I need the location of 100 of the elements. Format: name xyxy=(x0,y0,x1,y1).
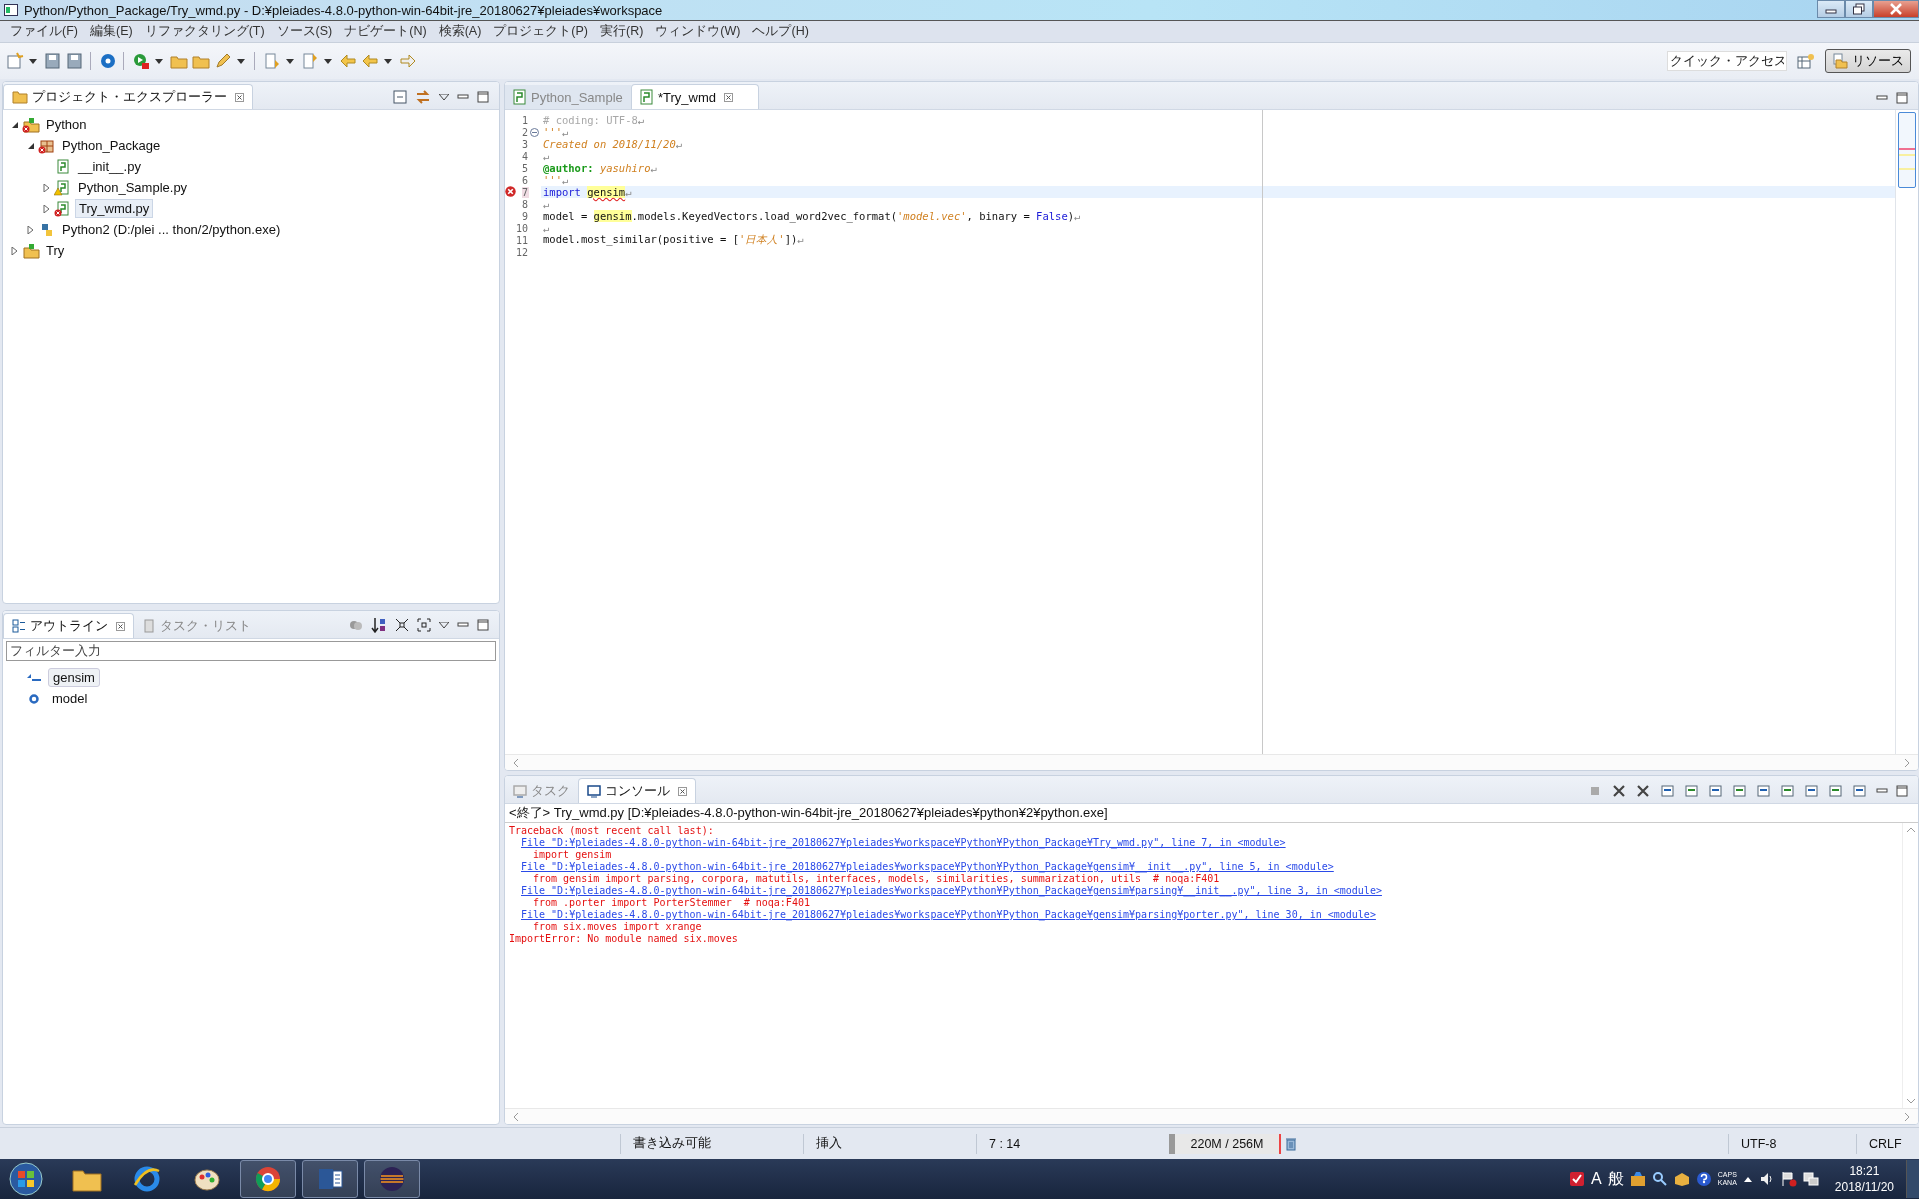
collapse-icon[interactable] xyxy=(395,618,409,632)
tree-item[interactable]: Python_Sample.py xyxy=(75,179,191,196)
filter-field[interactable]: フィルター入力 xyxy=(6,641,496,661)
ime-mode[interactable]: A xyxy=(1591,1170,1602,1188)
menu-item[interactable]: ウィンドウ(W) xyxy=(649,23,747,40)
tree-item[interactable]: Python xyxy=(43,116,90,133)
collapse-all-icon[interactable] xyxy=(393,90,407,104)
open-perspective-icon[interactable] xyxy=(1797,53,1815,69)
back-arrow-icon[interactable] xyxy=(361,52,379,70)
clock[interactable]: 18:21 2018/11/20 xyxy=(1834,1163,1894,1195)
menu-item[interactable]: 編集(E) xyxy=(83,23,139,40)
collapsed-arrow-icon[interactable] xyxy=(27,225,35,234)
stack-trace-link[interactable]: File "D:¥pleiades-4.8.0-python-win-64bit-jre_20180627¥pleiades¥workspace¥Python¥Python_Package¥gensim¥parsing¥porter.py", line 30, in <module> xyxy=(509,909,1898,921)
console-tool-icon[interactable] xyxy=(1852,784,1868,798)
tree-item[interactable]: Try xyxy=(43,242,68,259)
console-tool-icon[interactable] xyxy=(1780,784,1796,798)
help-icon[interactable] xyxy=(1695,1171,1712,1187)
menu-item[interactable]: プロジェクト(P) xyxy=(487,23,594,40)
dropdown-caret-icon[interactable] xyxy=(155,58,163,64)
menu-item[interactable]: ヘルプ(H) xyxy=(746,23,815,40)
horizontal-scrollbar[interactable] xyxy=(505,1108,1918,1124)
expand-icon[interactable] xyxy=(417,618,431,632)
expanded-arrow-icon[interactable] xyxy=(27,141,35,150)
fold-icon[interactable] xyxy=(530,127,539,137)
toolbox-icon[interactable] xyxy=(1629,1171,1646,1187)
editor-tab[interactable]: *Try_wmd xyxy=(631,84,759,109)
console-tool-icon[interactable] xyxy=(1756,784,1772,798)
checkmark-icon[interactable] xyxy=(1569,1171,1586,1187)
console-tool-icon[interactable] xyxy=(1708,784,1724,798)
search-icon[interactable] xyxy=(1651,1171,1668,1187)
link-editor-icon[interactable] xyxy=(415,90,431,104)
tree-item[interactable]: __init__.py xyxy=(75,158,144,175)
console-tool-icon[interactable] xyxy=(1828,784,1844,798)
show-hidden-icons-icon[interactable] xyxy=(1742,1175,1753,1183)
stack-trace-link[interactable]: File "D:¥pleiades-4.8.0-python-win-64bit-jre_20180627¥pleiades¥workspace¥Python¥Python_Package¥Try_wmd.py", line 7, in <module> xyxy=(509,837,1898,849)
remove-launch-icon[interactable] xyxy=(1612,784,1628,798)
taskbar-app[interactable] xyxy=(302,1160,358,1198)
scroll-down-icon[interactable] xyxy=(1906,1098,1915,1104)
maximize-view-icon[interactable] xyxy=(477,619,489,631)
maximize-button[interactable] xyxy=(1845,0,1873,18)
heap-status[interactable]: 220M / 256M xyxy=(1169,1133,1281,1154)
taskbar-app[interactable] xyxy=(240,1160,296,1198)
dropdown-caret-icon[interactable] xyxy=(384,58,392,64)
maximize-view-icon[interactable] xyxy=(477,91,489,103)
stack-trace-link[interactable]: File "D:¥pleiades-4.8.0-python-win-64bit-jre_20180627¥pleiades¥workspace¥Python¥Python_Package¥gensim¥parsing¥__init__.py", line 3, in <module> xyxy=(509,885,1898,897)
scroll-left-icon[interactable] xyxy=(513,758,519,767)
outline-item[interactable]: model xyxy=(48,690,92,707)
dropdown-caret-icon[interactable] xyxy=(324,58,332,64)
console-tool-icon[interactable] xyxy=(1804,784,1820,798)
menu-item[interactable]: ナビゲート(N) xyxy=(338,23,433,40)
view-tab[interactable]: コンソール xyxy=(578,778,696,803)
tree-item[interactable]: Python_Package xyxy=(59,137,164,154)
menu-item[interactable]: 検索(A) xyxy=(432,23,488,40)
console-tool-icon[interactable] xyxy=(1660,784,1676,798)
ime-dictionary[interactable]: 般 xyxy=(1607,1168,1624,1190)
scroll-left-icon[interactable] xyxy=(513,1112,519,1121)
menu-item[interactable]: リファクタリング(T) xyxy=(138,23,271,40)
maximize-view-icon[interactable] xyxy=(1896,785,1908,797)
vertical-scrollbar[interactable] xyxy=(1902,823,1918,1108)
network-icon[interactable] xyxy=(1802,1171,1819,1187)
volume-icon[interactable] xyxy=(1758,1171,1775,1187)
forward-arrow-icon[interactable] xyxy=(399,52,417,70)
stack-trace-link[interactable]: File "D:¥pleiades-4.8.0-python-win-64bit-jre_20180627¥pleiades¥workspace¥Python¥Python_Package¥gensim¥__init__.py", line 5, in <module> xyxy=(509,861,1898,873)
start-button[interactable] xyxy=(8,1161,44,1197)
maximize-view-icon[interactable] xyxy=(1896,92,1908,104)
remove-all-icon[interactable] xyxy=(1636,784,1652,798)
close-icon[interactable] xyxy=(235,92,244,102)
close-button[interactable] xyxy=(1873,0,1919,18)
console-tool-icon[interactable] xyxy=(1684,784,1700,798)
close-icon[interactable] xyxy=(724,92,734,102)
close-icon[interactable] xyxy=(678,786,687,796)
run-icon[interactable] xyxy=(132,52,150,70)
settings-icon[interactable] xyxy=(99,52,117,70)
scroll-right-icon[interactable] xyxy=(1904,1112,1910,1121)
pen-icon[interactable] xyxy=(214,52,232,70)
menu-item[interactable]: 実行(R) xyxy=(594,23,650,40)
tree-item[interactable]: Python2 (D:/plei ... thon/2/python.exe) xyxy=(59,221,284,238)
outline-item[interactable]: gensim xyxy=(48,668,100,687)
collapsed-arrow-icon[interactable] xyxy=(43,183,51,192)
view-tab[interactable]: アウトライン xyxy=(3,613,134,638)
console-tool-icon[interactable] xyxy=(1732,784,1748,798)
view-menu-icon[interactable] xyxy=(439,622,449,628)
package-icon[interactable] xyxy=(1673,1171,1690,1187)
view-menu-icon[interactable] xyxy=(439,94,449,100)
horizontal-scrollbar[interactable] xyxy=(505,754,1918,770)
trash-icon[interactable] xyxy=(1285,1136,1297,1151)
save-all-icon[interactable] xyxy=(66,52,84,70)
flag-icon[interactable] xyxy=(1780,1171,1797,1187)
scroll-right-icon[interactable] xyxy=(1904,758,1910,767)
save-icon[interactable] xyxy=(44,52,62,70)
back-arrow-icon[interactable] xyxy=(339,52,357,70)
collapsed-arrow-icon[interactable] xyxy=(43,204,51,213)
dropdown-caret-icon[interactable] xyxy=(237,58,245,64)
menu-item[interactable]: ソース(S) xyxy=(270,23,339,40)
sort-icon[interactable] xyxy=(371,617,387,633)
tree-item[interactable]: Try_wmd.py xyxy=(75,199,154,218)
dropdown-caret-icon[interactable] xyxy=(286,58,294,64)
dropdown-caret-icon[interactable] xyxy=(29,58,37,64)
menu-item[interactable]: ファイル(F) xyxy=(4,23,84,40)
perspective-button[interactable]: リソース xyxy=(1825,49,1911,73)
